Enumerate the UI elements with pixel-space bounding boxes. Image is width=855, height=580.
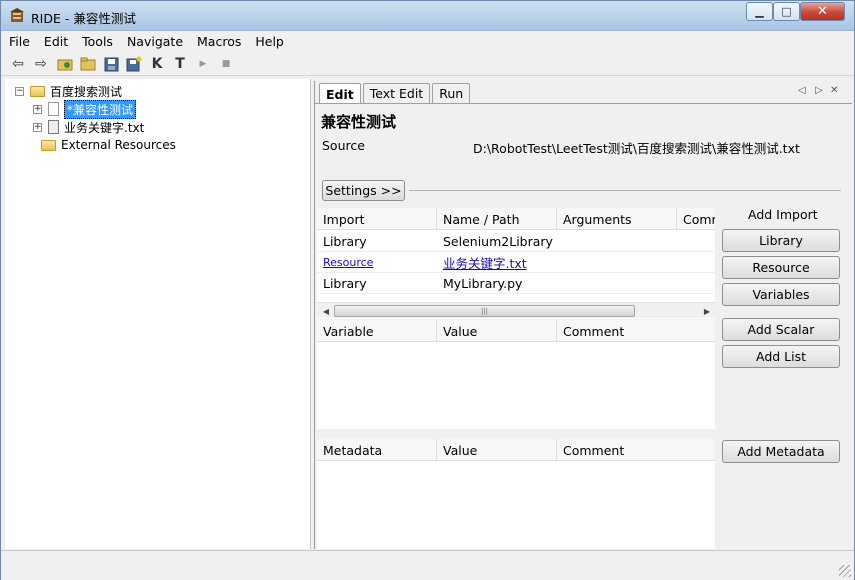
folder-icon	[30, 85, 45, 97]
tree-item-compatibility-test[interactable]: + *兼容性测试	[33, 99, 137, 119]
col-arguments[interactable]: Arguments	[557, 208, 677, 230]
maximize-icon: □	[781, 5, 792, 18]
add-list-button[interactable]: Add List	[722, 345, 840, 368]
import-name-cell[interactable]: MyLibrary.py	[437, 273, 597, 294]
expand-icon[interactable]: +	[33, 104, 42, 114]
run-icon[interactable]: ▶	[194, 55, 212, 73]
settings-divider	[409, 190, 841, 191]
table-row[interactable]: Library MyLibrary.py	[317, 273, 715, 294]
resize-grip-icon[interactable]	[839, 565, 851, 577]
add-resource-button[interactable]: Resource	[722, 256, 840, 279]
minimize-icon: ▁	[755, 5, 764, 18]
scroll-thumb[interactable]: |||	[334, 305, 635, 317]
close-icon: ✕	[817, 4, 828, 19]
col-value[interactable]: Value	[437, 439, 557, 461]
tab-next-icon[interactable]: ▷	[815, 85, 823, 96]
close-button[interactable]: ✕	[800, 2, 845, 21]
ride-app-icon	[10, 8, 24, 22]
menu-file[interactable]: File	[9, 34, 30, 49]
tree-item-external-resources[interactable]: External Resources	[41, 136, 176, 154]
tree-root-label: 百度搜索测试	[50, 84, 123, 99]
menu-help[interactable]: Help	[255, 34, 284, 49]
source-label: Source	[322, 138, 365, 153]
window-title: RIDE - 兼容性测试	[31, 11, 136, 26]
add-variables-button[interactable]: Variables	[722, 283, 840, 306]
metadata-table: Metadata Value Comment	[317, 439, 715, 549]
scroll-left-icon[interactable]: ◀	[319, 305, 333, 317]
status-bar	[1, 550, 854, 580]
editor-pane: Edit Text Edit Run ◁ ▷ ✕ 兼容性测试 Source D:…	[314, 81, 852, 549]
scroll-right-icon[interactable]: ▶	[700, 305, 714, 317]
settings-button[interactable]: Settings >>	[322, 180, 405, 201]
test-search-icon[interactable]: T	[171, 55, 189, 73]
stop-icon[interactable]: ■	[217, 55, 235, 73]
metadata-table-header: Metadata Value Comment	[317, 439, 715, 461]
variable-table: Variable Value Comment	[317, 320, 715, 429]
import-name-link[interactable]: 业务关键字.txt	[437, 252, 597, 273]
external-folder-icon	[41, 139, 56, 151]
add-import-label: Add Import	[748, 207, 818, 222]
maximize-button[interactable]: □	[773, 2, 800, 21]
import-type-cell[interactable]: Library	[317, 231, 437, 252]
add-library-button[interactable]: Library	[722, 229, 840, 252]
tab-prev-icon[interactable]: ◁	[798, 85, 806, 96]
file-icon	[48, 102, 59, 116]
tree-root[interactable]: − 百度搜索测试	[15, 82, 122, 100]
col-comment[interactable]: Comm	[677, 208, 715, 230]
col-name-path[interactable]: Name / Path	[437, 208, 557, 230]
variable-table-header: Variable Value Comment	[317, 320, 715, 342]
menu-edit[interactable]: Edit	[44, 34, 68, 49]
menu-tools[interactable]: Tools	[82, 34, 113, 49]
expand-icon[interactable]: +	[33, 122, 42, 132]
back-arrow-icon[interactable]: ⇦	[9, 55, 27, 73]
save-icon[interactable]	[102, 55, 120, 73]
tree-item-label: 业务关键字.txt	[64, 120, 145, 135]
tab-edit[interactable]: Edit	[319, 83, 361, 104]
open-folder-icon[interactable]	[79, 55, 97, 73]
menu-bar: File Edit Tools Navigate Macros Help	[1, 31, 854, 51]
col-value[interactable]: Value	[437, 320, 557, 342]
edit-page: 兼容性测试 Source D:\RobotTest\LeetTest测试\百度搜…	[315, 104, 852, 549]
main-window: RIDE - 兼容性测试 ▁ □ ✕ File Edit Tools Navig…	[0, 0, 855, 580]
table-row[interactable]: Library Selenium2Library	[317, 231, 715, 252]
toolbar: ⇦ ⇨ K T ▶ ■	[1, 52, 854, 76]
tab-close-icon[interactable]: ✕	[830, 85, 838, 96]
tree-item-label: *兼容性测试	[64, 99, 137, 119]
col-metadata[interactable]: Metadata	[317, 439, 437, 461]
keyword-search-icon[interactable]: K	[148, 55, 166, 73]
add-scalar-button[interactable]: Add Scalar	[722, 318, 840, 341]
save-all-icon[interactable]	[125, 55, 143, 73]
tab-bar: Edit Text Edit Run	[319, 83, 472, 104]
import-name-cell[interactable]: Selenium2Library	[437, 231, 597, 252]
title-bar: RIDE - 兼容性测试 ▁ □ ✕	[1, 1, 854, 31]
import-type-cell[interactable]: Library	[317, 273, 437, 294]
col-import[interactable]: Import	[317, 208, 437, 230]
resource-file-icon	[48, 120, 59, 134]
col-comment[interactable]: Comment	[557, 439, 715, 461]
col-comment[interactable]: Comment	[557, 320, 715, 342]
source-path: D:\RobotTest\LeetTest测试\百度搜索测试\兼容性测试.txt	[473, 141, 800, 156]
menu-macros[interactable]: Macros	[197, 34, 241, 49]
menu-navigate[interactable]: Navigate	[127, 34, 183, 49]
import-horizontal-scrollbar[interactable]: ◀ ||| ▶	[317, 302, 715, 318]
import-table-header: Import Name / Path Arguments Comm	[317, 208, 715, 230]
forward-arrow-icon[interactable]: ⇨	[32, 55, 50, 73]
open-project-icon[interactable]	[56, 55, 74, 73]
import-table: Import Name / Path Arguments Comm Librar…	[317, 208, 715, 319]
tree-item-business-keywords[interactable]: + 业务关键字.txt	[33, 118, 144, 136]
tab-text-edit[interactable]: Text Edit	[362, 83, 431, 103]
project-tree: − 百度搜索测试 + *兼容性测试 + 业务关键字.txt External R…	[5, 79, 311, 549]
tree-item-label: External Resources	[61, 138, 176, 152]
import-type-link[interactable]: Resource	[317, 252, 437, 273]
page-title: 兼容性测试	[321, 113, 397, 131]
col-variable[interactable]: Variable	[317, 320, 437, 342]
tab-run[interactable]: Run	[432, 83, 471, 103]
table-row[interactable]: Resource 业务关键字.txt	[317, 252, 715, 273]
collapse-icon[interactable]: −	[15, 86, 24, 96]
minimize-button[interactable]: ▁	[746, 2, 773, 21]
add-metadata-button[interactable]: Add Metadata	[722, 440, 840, 463]
